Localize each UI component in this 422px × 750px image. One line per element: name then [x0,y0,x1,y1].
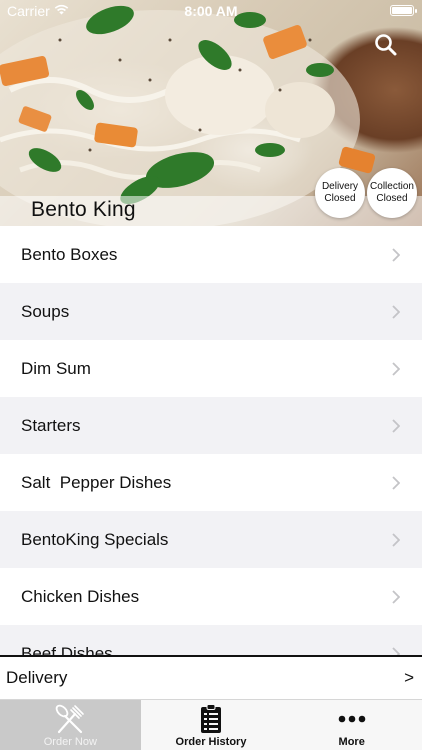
category-row-bento-boxes[interactable]: Bento Boxes [0,226,422,283]
delivery-status-badge: Delivery Closed [315,168,365,218]
chevron-right-icon [392,304,400,319]
order-type-bar[interactable]: Delivery > [0,655,422,699]
category-row-soups[interactable]: Soups [0,283,422,340]
chevron-right-icon [392,532,400,547]
clipboard-list-icon [201,704,221,733]
delivery-status-line1: Delivery [321,181,359,192]
chevron-right-icon [392,247,400,262]
category-label: Starters [21,415,81,435]
clock: 8:00 AM [184,3,238,19]
category-row-chicken-dishes[interactable]: Chicken Dishes [0,568,422,625]
restaurant-name: Bento King [31,198,136,221]
category-label: Bento Boxes [21,244,118,264]
fork-knife-icon [56,704,85,734]
status-bar: Carrier 8:00 AM [0,0,422,22]
chevron-right-icon [392,475,400,490]
tab-more[interactable]: More [281,700,422,750]
category-label: Soups [21,301,70,321]
tab-label: More [338,736,365,748]
order-type-label: Delivery [6,668,68,687]
category-list: Bento Boxes Soups Dim Sum Starters Salt … [0,226,422,655]
category-row-dim-sum[interactable]: Dim Sum [0,340,422,397]
collection-status-badge: Collection Closed [367,168,417,218]
category-row-beef-dishes[interactable]: Beef Dishes [0,625,422,655]
chevron-right-icon [392,361,400,376]
search-icon[interactable] [373,32,399,58]
chevron-right-icon [392,646,400,655]
category-label: Chicken Dishes [21,586,140,606]
category-row-starters[interactable]: Starters [0,397,422,454]
tab-label: Order History [175,736,247,748]
order-type-arrow: > [404,668,414,687]
category-row-bentoking-specials[interactable]: BentoKing Specials [0,511,422,568]
collection-status-line2: Closed [376,193,408,204]
category-label: Beef Dishes [21,643,113,656]
category-label: Dim Sum [21,358,91,378]
chevron-right-icon [392,589,400,604]
tab-label: Order Now [43,736,97,748]
tab-bar: Order Now Order History More [0,699,422,750]
chevron-right-icon [392,418,400,433]
battery-icon [390,5,417,16]
delivery-status-line2: Closed [324,193,356,204]
tab-order-now[interactable]: Order Now [0,700,141,750]
category-label: Salt Pepper Dishes [21,472,172,492]
tab-order-history[interactable]: Order History [141,700,282,750]
category-label: BentoKing Specials [21,529,169,549]
collection-status-line1: Collection [370,181,414,192]
ellipsis-icon [338,715,365,723]
category-row-salt-pepper[interactable]: Salt Pepper Dishes [0,454,422,511]
